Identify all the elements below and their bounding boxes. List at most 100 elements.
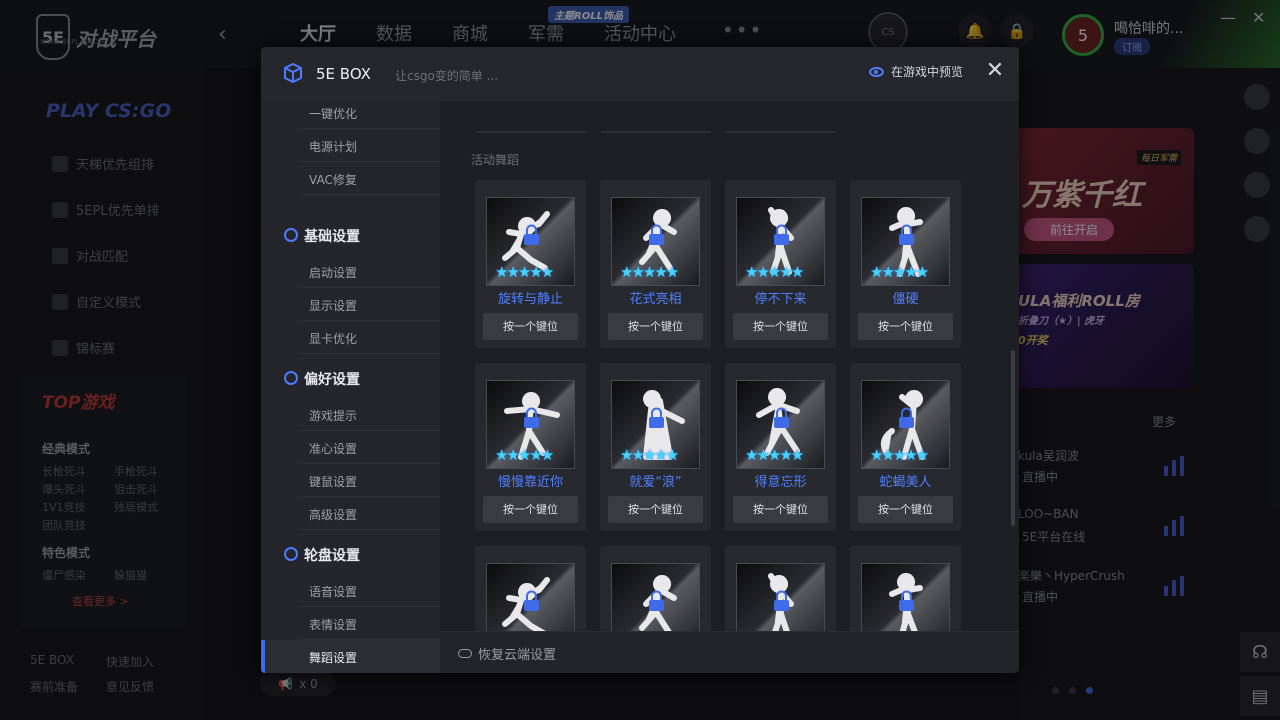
bind-key-button[interactable]: 按一个键位 bbox=[858, 496, 953, 523]
nav-item-crosshair[interactable]: 准心设置 bbox=[261, 431, 440, 464]
dance-card[interactable]: ★★★★★ 僵硬按一个键位 bbox=[850, 180, 961, 348]
scrollbar[interactable] bbox=[1011, 350, 1015, 526]
dancer-silhouette bbox=[639, 575, 677, 631]
modal-header: 5E BOX 让csgo变的简单 ... 在游戏中预览 ✕ bbox=[261, 47, 1019, 101]
nav-item-label: 舞蹈设置 bbox=[309, 651, 358, 665]
nav-item-label: 键鼠设置 bbox=[309, 475, 358, 489]
eye-icon bbox=[869, 66, 884, 77]
dance-card[interactable]: ★★★★★ 就爱“浪” 按一个键位 bbox=[600, 363, 711, 531]
nav-category-wheel[interactable]: 轮盘设置 bbox=[261, 534, 440, 574]
nav-item-display[interactable]: 显示设置 bbox=[261, 288, 440, 321]
dancer-silhouette bbox=[502, 577, 550, 631]
dance-card[interactable]: ★★★★★ 蛇蝎美人按一个键位 bbox=[850, 363, 961, 531]
nav-item-label: 准心设置 bbox=[309, 442, 358, 456]
dance-card[interactable]: ★★★★★按一个键位 bbox=[475, 546, 586, 631]
section-title: 活动舞蹈 bbox=[471, 153, 520, 167]
close-button[interactable]: ✕ bbox=[983, 59, 1007, 83]
dance-thumbnail: ★★★★★ bbox=[611, 380, 700, 469]
bind-key-button[interactable]: 按一个键位 bbox=[608, 313, 703, 340]
nav-item-label: 电源计划 bbox=[309, 140, 358, 154]
gear-icon bbox=[284, 228, 298, 242]
dance-thumbnail: ★★★★★ bbox=[736, 563, 825, 631]
modal-title: 5E BOX bbox=[316, 65, 371, 83]
nav-item-label: VAC修复 bbox=[309, 173, 357, 187]
dance-card[interactable]: ★★★★★按一个键位 bbox=[600, 546, 711, 631]
bind-key-button[interactable]: 按一个键位 bbox=[483, 496, 578, 523]
in-game-preview-link[interactable]: 在游戏中预览 bbox=[869, 63, 963, 80]
preview-label: 在游戏中预览 bbox=[891, 65, 964, 79]
dance-thumbnail: ★★★★★ bbox=[861, 380, 950, 469]
dance-name: 旋转与静止 bbox=[497, 292, 563, 307]
nav-item-label: 游戏提示 bbox=[309, 409, 358, 423]
dance-card[interactable]: ★★★★★ 花式亮相按一个键位 bbox=[600, 180, 711, 348]
rating-stars: ★★★★★ bbox=[745, 263, 804, 281]
rating-stars: ★★★★★ bbox=[870, 263, 929, 281]
nav-item-vac-repair[interactable]: VAC修复 bbox=[261, 162, 440, 195]
nav-item-label: 一键优化 bbox=[309, 107, 358, 121]
restore-cloud-link[interactable]: 恢复云端设置 bbox=[458, 644, 556, 663]
nav-item-launch[interactable]: 启动设置 bbox=[261, 255, 440, 288]
bind-key-button[interactable]: 按一个键位 bbox=[608, 496, 703, 523]
rating-stars: ★★★★★ bbox=[870, 446, 929, 464]
dance-card[interactable]: ★★★★★ 慢慢靠近你按一个键位 bbox=[475, 363, 586, 531]
dance-name: 花式亮相 bbox=[629, 292, 682, 307]
nav-item-one-click[interactable]: 一键优化 bbox=[261, 96, 440, 129]
nav-item-keymouse[interactable]: 键鼠设置 bbox=[261, 464, 440, 497]
dance-card[interactable]: ★★★★★ 旋转与静止按一个键位 bbox=[475, 180, 586, 348]
nav-category-label: 轮盘设置 bbox=[304, 548, 360, 564]
dance-card[interactable]: ★★★★★ 得意忘形按一个键位 bbox=[725, 363, 836, 531]
dance-name: 慢慢靠近你 bbox=[497, 475, 563, 490]
rating-stars: ★★★★★ bbox=[495, 263, 554, 281]
nav-item-dance[interactable]: 舞蹈设置 bbox=[261, 640, 440, 673]
rating-stars: ★★★★★ bbox=[495, 446, 554, 464]
nav-item-label: 显示设置 bbox=[309, 299, 358, 313]
heart-icon bbox=[284, 371, 298, 385]
nav-item-gpu[interactable]: 显卡优化 bbox=[261, 321, 440, 354]
nav-category-label: 偏好设置 bbox=[304, 372, 360, 388]
dance-thumbnail: ★★★★★ bbox=[486, 380, 575, 469]
dance-name: 就爱“浪” bbox=[629, 475, 682, 490]
dancer-silhouette bbox=[768, 573, 794, 631]
bind-key-button[interactable]: 按一个键位 bbox=[733, 313, 828, 340]
dance-card[interactable]: ★★★★★按一个键位 bbox=[725, 546, 836, 631]
bind-key-button[interactable]: 按一个键位 bbox=[733, 496, 828, 523]
divider bbox=[476, 131, 586, 133]
dance-thumbnail: ★★★★★ bbox=[861, 197, 950, 286]
dance-thumbnail: ★★★★★ bbox=[736, 380, 825, 469]
settings-nav: 一键优化 电源计划 VAC修复 基础设置 启动设置 显示设置 显卡优化 偏好设置… bbox=[261, 101, 440, 673]
nav-item-label: 显卡优化 bbox=[309, 332, 358, 346]
dance-thumbnail: ★★★★★ bbox=[611, 197, 700, 286]
nav-item-label: 语音设置 bbox=[309, 585, 358, 599]
nav-item-label: 高级设置 bbox=[309, 508, 358, 522]
dance-thumbnail: ★★★★★ bbox=[611, 563, 700, 631]
dance-name: 蛇蝎美人 bbox=[879, 475, 932, 490]
dance-name: 得意忘形 bbox=[754, 475, 807, 490]
dance-card[interactable]: ★★★★★按一个键位 bbox=[850, 546, 961, 631]
dance-content: 活动舞蹈 ★★★★★ 旋转与静止按一个键位 ★★★★★ 花式亮相按一个键位 ★★★★★ 停… bbox=[440, 101, 1019, 631]
nav-item-emote[interactable]: 表情设置 bbox=[261, 607, 440, 640]
nav-category-label: 基础设置 bbox=[304, 229, 360, 245]
dance-thumbnail: ★★★★★ bbox=[861, 563, 950, 631]
nav-category-basic[interactable]: 基础设置 bbox=[261, 215, 440, 255]
cloud-icon bbox=[458, 649, 472, 658]
bind-key-button[interactable]: 按一个键位 bbox=[858, 313, 953, 340]
dance-thumbnail: ★★★★★ bbox=[486, 197, 575, 286]
nav-item-game-tips[interactable]: 游戏提示 bbox=[261, 398, 440, 431]
dance-name: 停不下来 bbox=[754, 292, 807, 307]
nav-item-advanced[interactable]: 高级设置 bbox=[261, 497, 440, 530]
rating-stars: ★★★★★ bbox=[745, 446, 804, 464]
dance-card[interactable]: ★★★★★ 停不下来按一个键位 bbox=[725, 180, 836, 348]
nav-item-power-plan[interactable]: 电源计划 bbox=[261, 129, 440, 162]
restore-cloud-label: 恢复云端设置 bbox=[478, 648, 557, 663]
nav-category-preference[interactable]: 偏好设置 bbox=[261, 358, 440, 398]
nav-item-label: 启动设置 bbox=[309, 266, 358, 280]
rating-stars: ★★★★★ bbox=[620, 446, 679, 464]
divider bbox=[726, 131, 836, 133]
modal-footer: 恢复云端设置 bbox=[440, 631, 1019, 673]
modal-subtitle: 让csgo变的简单 ... bbox=[395, 69, 499, 83]
dance-name: 僵硬 bbox=[892, 292, 919, 307]
nav-item-label: 表情设置 bbox=[309, 618, 358, 632]
padlock-icon bbox=[899, 407, 914, 428]
bind-key-button[interactable]: 按一个键位 bbox=[483, 313, 578, 340]
nav-item-voice[interactable]: 语音设置 bbox=[261, 574, 440, 607]
